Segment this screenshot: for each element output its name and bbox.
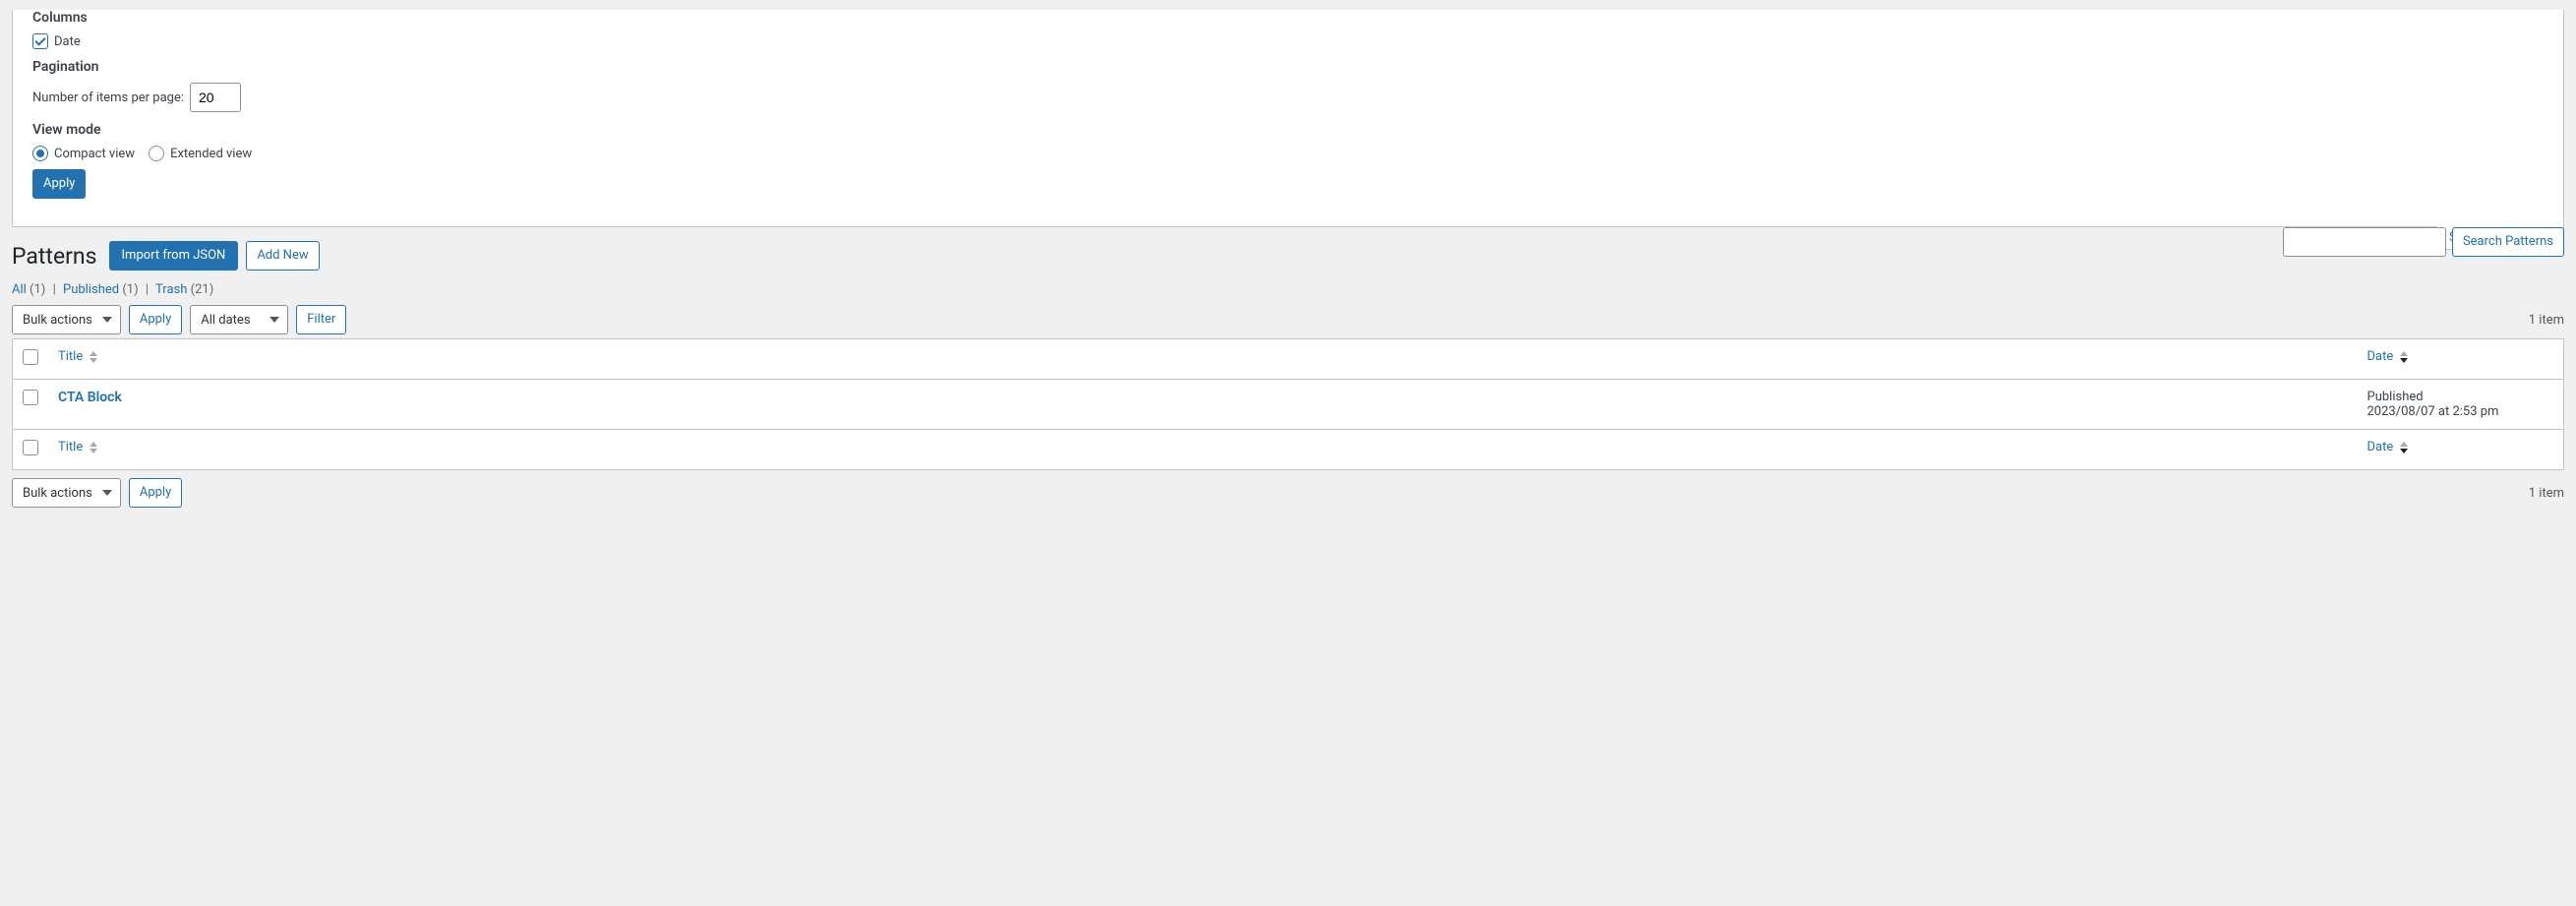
view-mode-extended-label: Extended view: [170, 147, 252, 161]
screen-options-panel: Columns Date Pagination Number of items …: [12, 10, 2564, 227]
column-footer-title[interactable]: Title: [48, 430, 2358, 470]
radio-icon: [32, 146, 48, 161]
view-mode-compact-label: Compact view: [54, 147, 135, 161]
date-filter-select[interactable]: All dates: [190, 305, 288, 334]
search-input[interactable]: [2283, 227, 2446, 257]
chevron-down-icon: [102, 317, 112, 323]
filter-button[interactable]: Filter: [296, 305, 346, 334]
view-mode-extended[interactable]: Extended view: [149, 146, 252, 161]
select-all-checkbox[interactable]: [23, 349, 38, 365]
sort-icon: [90, 351, 97, 363]
screen-options-apply-button[interactable]: Apply: [32, 169, 86, 199]
status-filter-links: All (1) | Published (1) | Trash (21): [12, 282, 2564, 297]
column-toggle-date-label: Date: [54, 34, 81, 49]
checkbox-icon: [32, 33, 48, 49]
bulk-apply-button[interactable]: Apply: [129, 305, 182, 334]
bulk-actions-label: Bulk actions: [23, 486, 92, 501]
filter-count: (21): [191, 282, 214, 297]
sort-icon: [2400, 351, 2408, 363]
bulk-actions-select[interactable]: Bulk actions: [12, 305, 121, 334]
items-per-page-input[interactable]: [190, 83, 241, 112]
column-header-title[interactable]: Title: [48, 339, 2358, 380]
column-toggle-date[interactable]: Date: [32, 33, 81, 49]
item-count-bottom: 1 item: [2529, 486, 2564, 501]
bulk-actions-select-bottom[interactable]: Bulk actions: [12, 478, 121, 508]
columns-heading: Columns: [32, 10, 2544, 26]
bulk-actions-label: Bulk actions: [23, 313, 92, 328]
items-per-page-label: Number of items per page:: [32, 91, 184, 105]
filter-count: (1): [30, 282, 45, 297]
pagination-heading: Pagination: [32, 59, 2544, 75]
radio-icon: [149, 146, 164, 161]
view-mode-compact[interactable]: Compact view: [32, 146, 135, 161]
column-footer-date[interactable]: Date: [2358, 430, 2564, 470]
sort-icon: [2400, 442, 2408, 453]
filter-link-published[interactable]: Published: [63, 282, 119, 297]
filter-link-trash[interactable]: Trash: [155, 282, 187, 297]
date-filter-label: All dates: [201, 313, 250, 328]
page-title: Patterns: [12, 243, 97, 270]
filter-count: (1): [122, 282, 138, 297]
filter-link-all[interactable]: All: [12, 282, 27, 297]
chevron-down-icon: [102, 490, 112, 496]
item-count: 1 item: [2529, 313, 2564, 328]
bulk-apply-button-bottom[interactable]: Apply: [129, 478, 182, 508]
table-row: CTA Block Published 2023/08/07 at 2:53 p…: [13, 380, 2564, 430]
search-button[interactable]: Search Patterns: [2452, 227, 2564, 257]
sort-icon: [90, 442, 97, 453]
add-new-button[interactable]: Add New: [246, 241, 319, 271]
row-checkbox[interactable]: [23, 390, 38, 405]
import-json-button[interactable]: Import from JSON: [109, 241, 239, 271]
view-mode-heading: View mode: [32, 122, 2544, 138]
row-status: Published: [2367, 390, 2554, 404]
row-title-link[interactable]: CTA Block: [58, 390, 122, 405]
patterns-table: Title Date CTA Block Published 2023/08/0…: [12, 338, 2564, 470]
chevron-down-icon: [270, 317, 279, 323]
select-all-checkbox-footer[interactable]: [23, 440, 38, 455]
column-header-date[interactable]: Date: [2358, 339, 2564, 380]
row-timestamp: 2023/08/07 at 2:53 pm: [2367, 404, 2554, 419]
